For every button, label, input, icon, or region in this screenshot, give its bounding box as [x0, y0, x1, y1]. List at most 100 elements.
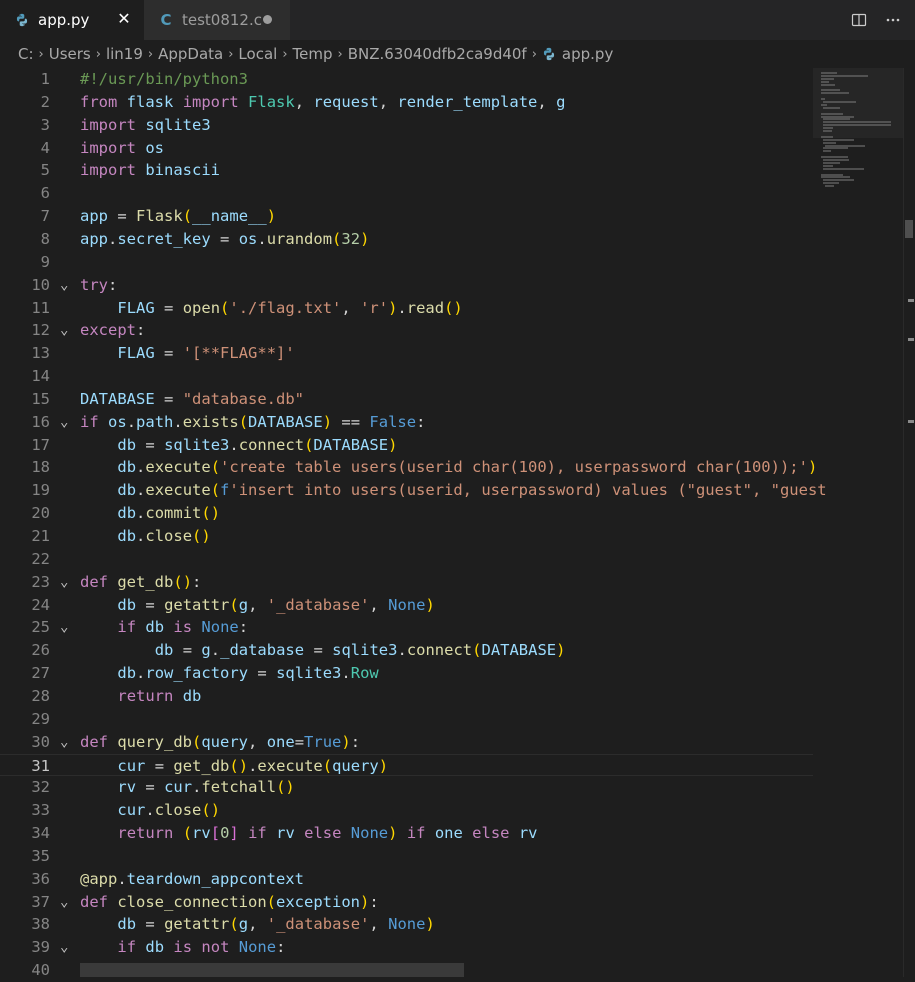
code-line[interactable]: 23 ⌄ def get_db():: [0, 571, 813, 594]
code-line[interactable]: 4 import os: [0, 137, 813, 160]
breadcrumb-item[interactable]: Local: [238, 45, 277, 63]
minimap[interactable]: [813, 68, 903, 977]
minimap-line: [823, 159, 850, 161]
code-line[interactable]: 22: [0, 548, 813, 571]
code-text: def query_db(query, one=True):: [80, 732, 361, 751]
line-number: 23: [31, 572, 50, 591]
minimap-line: [823, 141, 836, 144]
code-line[interactable]: 16 ⌄ if os.path.exists(DATABASE) == False:: [0, 411, 813, 434]
tab-test0812-c[interactable]: C test0812.c: [144, 0, 290, 40]
code-line[interactable]: 18 db.execute('create table users(userid …: [0, 456, 817, 479]
code-line[interactable]: 15 DATABASE = "database.db": [0, 388, 813, 411]
line-number: 17: [31, 435, 50, 454]
code-line[interactable]: 3 import sqlite3: [0, 114, 813, 137]
code-text: db = getattr(g, '_database', None): [117, 915, 435, 934]
code-line[interactable]: 25 ⌄ if db is None:: [0, 616, 813, 639]
code-line[interactable]: 30 ⌄ def query_db(query, one=True):: [0, 731, 813, 754]
unsaved-dot-icon[interactable]: [263, 15, 272, 24]
line-number: 40: [31, 961, 50, 980]
fold-chevron-icon[interactable]: ⌄: [60, 411, 74, 434]
code-line[interactable]: 31 cur = get_db().execute(query): [0, 753, 813, 777]
line-number: 34: [31, 824, 50, 843]
code-text: db.row_factory = sqlite3.Row: [117, 664, 379, 683]
horizontal-scrollbar[interactable]: [80, 963, 464, 977]
code-line[interactable]: 8 app.secret_key = os.urandom(32): [0, 228, 813, 251]
minimap-viewport[interactable]: [813, 68, 903, 138]
line-number: 14: [31, 367, 50, 386]
code-line[interactable]: 35: [0, 845, 813, 868]
code-line[interactable]: 32 rv = cur.fetchall(): [0, 776, 813, 799]
code-line[interactable]: 28 return db: [0, 685, 813, 708]
code-line[interactable]: 7 app = Flask(__name__): [0, 205, 813, 228]
minimap-line: [823, 161, 841, 164]
breadcrumb-item[interactable]: BNZ.63040dfb2ca9d40f: [348, 45, 527, 63]
fold-chevron-icon[interactable]: ⌄: [60, 274, 74, 297]
line-number: 25: [31, 618, 50, 637]
code-line[interactable]: 14: [0, 365, 813, 388]
code-line[interactable]: 27 db.row_factory = sqlite3.Row: [0, 662, 813, 685]
breadcrumb-item[interactable]: app.py: [562, 45, 613, 63]
code-text: db.execute(f'insert into users(userid, u…: [117, 481, 827, 500]
line-number: 31: [31, 756, 50, 775]
minimap-line: [823, 164, 833, 167]
breadcrumb-item[interactable]: AppData: [158, 45, 223, 63]
tab-app-py[interactable]: app.py ✕: [0, 0, 144, 40]
line-number: 2: [40, 92, 50, 111]
code-line[interactable]: 10 ⌄ try:: [0, 274, 813, 297]
line-number: 3: [40, 115, 50, 134]
code-line[interactable]: 5 import binascii: [0, 159, 813, 182]
scrollbar-thumb[interactable]: [905, 220, 913, 238]
breadcrumb: C: › Users › lin19 › AppData › Local › T…: [0, 40, 915, 68]
code-text: rv = cur.fetchall(): [117, 778, 295, 797]
code-line[interactable]: 9: [0, 251, 813, 274]
line-number: 6: [40, 184, 50, 203]
code-line[interactable]: 13 FLAG = '[**FLAG**]': [0, 342, 813, 365]
code-line[interactable]: 19 db.execute(f'insert into users(userid,…: [0, 479, 826, 502]
minimap-line: [823, 138, 854, 141]
code-line[interactable]: 24 db = getattr(g, '_database', None): [0, 594, 813, 617]
code-text: if db is not None:: [117, 938, 286, 957]
breadcrumb-item[interactable]: Temp: [293, 45, 333, 63]
line-number: 36: [31, 869, 50, 888]
line-number: 32: [31, 778, 50, 797]
code-line[interactable]: 38 db = getattr(g, '_database', None): [0, 913, 813, 936]
code-line[interactable]: 20 db.commit(): [0, 502, 813, 525]
code-line[interactable]: 21 db.close(): [0, 525, 813, 548]
chevron-right-icon: ›: [228, 46, 234, 62]
vertical-scrollbar[interactable]: [903, 68, 915, 977]
fold-chevron-icon[interactable]: ⌄: [60, 319, 74, 342]
code-line[interactable]: 39 ⌄ if db is not None:: [0, 936, 813, 959]
fold-chevron-icon[interactable]: ⌄: [60, 616, 74, 639]
code-line[interactable]: 1 #!/usr/bin/python3: [0, 68, 813, 91]
close-icon[interactable]: ✕: [116, 11, 132, 27]
minimap-line: [821, 156, 848, 159]
code-editor[interactable]: 1 #!/usr/bin/python3 2 from flask import Fl…: [0, 68, 915, 979]
code-line[interactable]: 33 cur.close(): [0, 799, 813, 822]
fold-chevron-icon[interactable]: ⌄: [60, 571, 74, 594]
code-text: if db is None:: [117, 618, 249, 637]
code-line[interactable]: 34 return (rv[0] if rv else None) if one …: [0, 822, 813, 845]
line-number: 21: [31, 527, 50, 545]
code-line[interactable]: 29: [0, 708, 813, 731]
chevron-right-icon: ›: [38, 46, 44, 62]
code-line[interactable]: 37 ⌄ def close_connection(exception):: [0, 891, 813, 914]
split-editor-icon[interactable]: [847, 8, 871, 32]
code-line[interactable]: 36 @app.teardown_appcontext: [0, 868, 813, 891]
line-number: 15: [31, 389, 50, 408]
fold-chevron-icon[interactable]: ⌄: [60, 891, 74, 914]
breadcrumb-item[interactable]: lin19: [106, 45, 143, 63]
code-text: DATABASE = "database.db": [80, 389, 305, 408]
code-line[interactable]: 17 db = sqlite3.connect(DATABASE): [0, 434, 813, 457]
fold-chevron-icon[interactable]: ⌄: [60, 936, 74, 959]
fold-chevron-icon[interactable]: ⌄: [60, 731, 74, 754]
breadcrumb-item[interactable]: C:: [18, 45, 34, 63]
code-line[interactable]: 2 from flask import Flask, request, rende…: [0, 91, 813, 114]
code-line[interactable]: 12 ⌄ except:: [0, 319, 813, 342]
more-actions-icon[interactable]: [881, 8, 905, 32]
code-line[interactable]: 26 db = g._database = sqlite3.connect(DAT…: [0, 639, 813, 662]
code-line[interactable]: 11 FLAG = open('./flag.txt', 'r').read(): [0, 297, 813, 320]
breadcrumb-item[interactable]: Users: [49, 45, 91, 63]
scrollbar-marker: [908, 338, 914, 341]
code-line[interactable]: 6: [0, 182, 813, 205]
line-number: 13: [31, 344, 50, 363]
